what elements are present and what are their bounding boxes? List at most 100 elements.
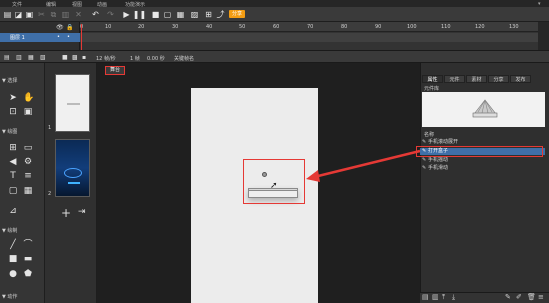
paste-icon[interactable]: ▥: [61, 10, 70, 19]
ruler-label: 70: [307, 24, 314, 30]
play-icon[interactable]: ▶: [122, 10, 131, 19]
lock-icon[interactable]: 🔒: [66, 24, 73, 31]
frame-clear-icon[interactable]: ▪: [82, 54, 86, 61]
new-file-icon[interactable]: ▤: [3, 10, 12, 19]
layer-row[interactable]: 图层 1 • •: [0, 33, 80, 42]
timeline-ruler[interactable]: 0 10 20 30 40 50 60 70 80 90 100 110 120…: [80, 22, 538, 32]
image-icon[interactable]: ▨: [190, 10, 199, 19]
time-label: 0.00 秒: [147, 56, 165, 62]
eye-icon[interactable]: 👁: [56, 24, 64, 31]
tab-publish[interactable]: 发布: [510, 75, 531, 83]
tab-assets[interactable]: 素材: [466, 75, 487, 83]
ruler-label: 30: [172, 24, 179, 30]
list-view-icon[interactable]: ≡: [538, 293, 544, 301]
tab-share[interactable]: 分享: [488, 75, 509, 83]
timeline-track[interactable]: [80, 33, 538, 42]
rounded-rect-tool-icon[interactable]: ▬: [23, 254, 33, 264]
sound-icon[interactable]: ◀: [8, 157, 18, 167]
stop-icon[interactable]: ■: [151, 10, 160, 19]
film-icon[interactable]: ▭: [23, 143, 33, 153]
main-toolbar: ▤ ◪ ▣ ✂ ⧉ ▥ ✕ ↶ ↷ ▶ ❚❚ ■ ▢ ▦ ▨ ⊞ ⤴ 分享: [0, 7, 549, 22]
text-tool-icon[interactable]: T: [8, 171, 18, 181]
preview-icon[interactable]: ▢: [163, 10, 172, 19]
transform-icon[interactable]: ⊡: [8, 107, 18, 117]
symbol-list-item[interactable]: ✎ 手机滑动: [420, 165, 545, 172]
preview-label: 元件库: [424, 86, 440, 92]
gear-icon[interactable]: ⚙: [23, 157, 33, 167]
list-tool-icon[interactable]: ≡: [23, 171, 33, 181]
ruler-label: 110: [441, 24, 451, 30]
share-button[interactable]: 分享: [229, 10, 245, 18]
frame-add-icon[interactable]: ■: [62, 54, 68, 61]
tool-section-more: ▼ 动作: [2, 294, 18, 300]
circle-tool-icon[interactable]: ●: [8, 269, 18, 279]
qrcode-icon[interactable]: ▦: [176, 10, 185, 19]
frame-info-bar: ▤ ▥ ▦ ▧ ■ ▩ ▪ 12 帧/秒 1 帧 0.00 秒 关键帧名: [0, 50, 549, 63]
import-page-icon[interactable]: ⇥: [78, 207, 86, 217]
image-tool-icon[interactable]: ▣: [23, 107, 33, 117]
symbol-name: 手机滑动: [428, 165, 449, 171]
ruler-label: 60: [273, 24, 280, 30]
highlight-box-list: [416, 146, 543, 157]
undo-icon[interactable]: ↶: [91, 10, 100, 19]
highlight-box-canvas: [243, 159, 305, 204]
line-tool-icon[interactable]: ╱: [8, 240, 18, 250]
calendar-icon[interactable]: ▦: [23, 186, 33, 196]
page-thumbnail-line: [68, 182, 80, 184]
frame-copy-icon[interactable]: ▩: [72, 54, 78, 61]
layer-lock-icon[interactable]: •: [67, 34, 70, 40]
symbol-list-item[interactable]: ✎ 手机滚动展开: [420, 139, 545, 146]
frame-label: 1 帧: [130, 56, 140, 62]
edit-symbol-icon[interactable]: ✎: [505, 293, 511, 301]
cut-icon[interactable]: ✂: [37, 10, 46, 19]
export-symbol-icon[interactable]: ⤓: [452, 293, 455, 302]
page-thumbnail-glow: [64, 168, 82, 178]
new-symbol-icon[interactable]: ▤: [422, 293, 429, 301]
trash-symbol-icon[interactable]: 🗑: [527, 293, 536, 301]
ruler-label: 100: [407, 24, 417, 30]
grid-tool-icon[interactable]: ⊞: [8, 143, 18, 153]
pencil-icon[interactable]: ✐: [516, 293, 522, 301]
timeline-scrollbar[interactable]: [538, 22, 549, 50]
layer-tool-icon[interactable]: ▧: [40, 54, 46, 61]
ruler-label: 120: [475, 24, 485, 30]
comment-icon[interactable]: ▢: [8, 186, 18, 196]
tab-properties[interactable]: 属性: [422, 75, 443, 83]
hand-icon[interactable]: ✋: [23, 93, 34, 103]
rectangle-tool-icon[interactable]: ■: [8, 254, 18, 264]
symbol-name: 手机滚动展开: [428, 139, 459, 145]
symbol-list-item[interactable]: ✎ 手机摇动: [420, 157, 545, 164]
redo-icon[interactable]: ↷: [106, 10, 115, 19]
trash-icon[interactable]: ▦: [28, 54, 34, 61]
polygon-tool-icon[interactable]: ⬟: [23, 269, 33, 279]
layer-name: 图层 1: [10, 35, 25, 41]
playhead[interactable]: [81, 24, 82, 50]
ruler-label: 20: [138, 24, 145, 30]
tab-symbols[interactable]: 元件: [444, 75, 465, 83]
chart-tool-icon[interactable]: ⊿: [8, 206, 18, 216]
folder-icon[interactable]: ▥: [16, 54, 22, 61]
select-arrow-icon[interactable]: ➤: [8, 93, 18, 103]
box-preview-graphic: [472, 99, 498, 118]
pages-panel: 1 2 + ⇥: [45, 63, 97, 303]
save-icon[interactable]: ▣: [25, 10, 34, 19]
copy-icon[interactable]: ⧉: [49, 10, 58, 19]
menu-bar: 文件 编辑 视图 动画 功能演示 ▾: [0, 0, 549, 8]
delete-icon[interactable]: ✕: [74, 10, 83, 19]
curve-tool-icon[interactable]: ⌒: [23, 240, 33, 250]
import-symbol-icon[interactable]: ⤒: [442, 293, 445, 302]
export-icon[interactable]: ⤴: [216, 10, 225, 19]
grid-icon[interactable]: ⊞: [204, 10, 213, 19]
page-thumbnail-2[interactable]: [55, 139, 90, 197]
duplicate-symbol-icon[interactable]: ▥: [432, 293, 439, 301]
fps-label: 12 帧/秒: [96, 56, 116, 62]
list-header: 名称: [424, 132, 435, 138]
add-layer-icon[interactable]: ▤: [4, 54, 10, 61]
pause-icon[interactable]: ❚❚: [133, 10, 146, 19]
page-number: 1: [48, 125, 52, 131]
stage-tab[interactable]: 舞台: [105, 66, 125, 75]
open-file-icon[interactable]: ◪: [14, 10, 23, 19]
add-page-icon[interactable]: +: [61, 206, 71, 220]
page-thumbnail-1[interactable]: [55, 74, 90, 132]
layer-visible-icon[interactable]: •: [57, 34, 60, 40]
